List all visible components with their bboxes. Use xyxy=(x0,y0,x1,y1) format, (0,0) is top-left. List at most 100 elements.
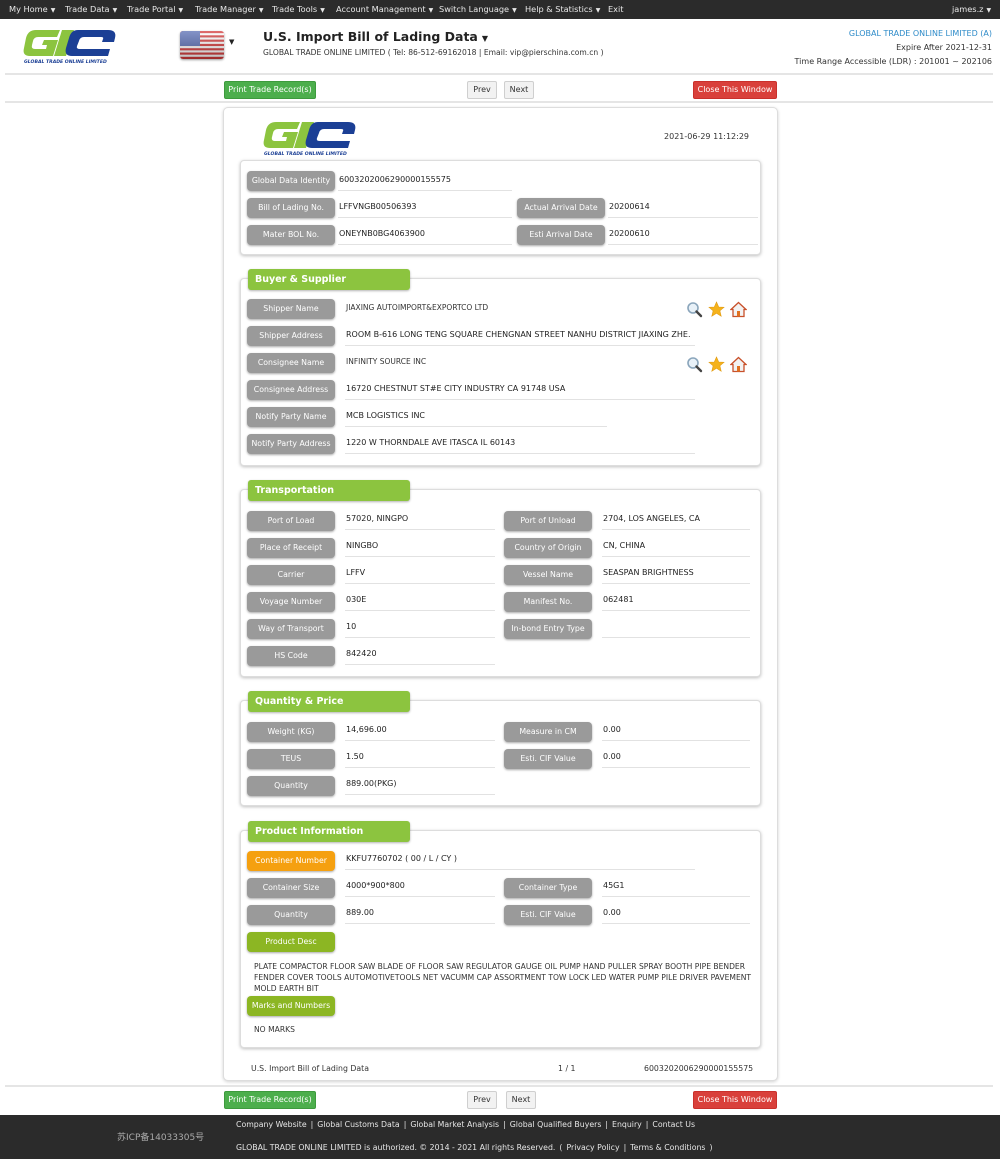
separator: | xyxy=(605,1120,609,1129)
section-title: Buyer & Supplier Information xyxy=(248,269,410,306)
value-container-number: KKFU7760702 ( 00 / L / CY ) xyxy=(345,850,695,870)
caret-down-icon: ▼ xyxy=(320,7,325,14)
paren-close: ) xyxy=(709,1143,713,1152)
value-shipper-name: JIAXING AUTOIMPORT&EXPORTCO LTD xyxy=(346,303,489,312)
search-icon[interactable] xyxy=(686,301,703,318)
label-consignee-name: Consignee Name xyxy=(247,353,335,373)
account-info: GLOBAL TRADE ONLINE LIMITED (A) Expire A… xyxy=(795,27,992,69)
footer-link-enquiry[interactable]: Enquiry xyxy=(612,1120,642,1129)
value-voyage-number: 030E xyxy=(345,591,495,611)
nav-trade-portal[interactable]: Trade Portal ▼ xyxy=(127,0,183,19)
search-icon[interactable] xyxy=(686,356,703,373)
svg-text:GLOBAL TRADE ONLINE LIMITED: GLOBAL TRADE ONLINE LIMITED xyxy=(24,59,107,64)
record-page-indicator: 1 / 1 xyxy=(558,1064,576,1073)
footer-link-global-qualified-buyers[interactable]: Global Qualified Buyers xyxy=(510,1120,602,1129)
label-shipper-name: Shipper Name xyxy=(247,299,335,319)
buyer-supplier-section: Buyer & Supplier Information Shipper Nam… xyxy=(240,269,761,466)
page-title[interactable]: U.S. Import Bill of Lading Data ▼ xyxy=(263,29,488,44)
next-button-bottom[interactable]: Next xyxy=(506,1091,536,1109)
label-manifest-no: Manifest No. xyxy=(504,592,592,612)
gto-logo[interactable]: GLOBAL TRADE ONLINE LIMITED xyxy=(22,28,118,64)
value-consignee-name: INFINITY SOURCE INC xyxy=(346,357,427,366)
label-esti-cif-value: Esti. CIF Value xyxy=(504,749,592,769)
value-quantity: 889.00(PKG) xyxy=(345,775,495,795)
username: james.z xyxy=(952,4,984,14)
label-port-of-unload: Port of Unload xyxy=(504,511,592,531)
record-id: 6003202006290000155575 xyxy=(644,1064,754,1073)
print-timestamp: 2021-06-29 11:12:29 xyxy=(664,132,749,141)
footer-link-privacy-policy[interactable]: Privacy Policy xyxy=(566,1143,619,1152)
record-card: GLOBAL TRADE ONLINE LIMITED 2021-06-29 1… xyxy=(223,107,778,1081)
nav-trade-data[interactable]: Trade Data ▼ xyxy=(65,0,117,19)
nav-help-statistics[interactable]: Help & Statistics ▼ xyxy=(525,0,600,19)
value-marks-and-numbers: NO MARKS xyxy=(254,1025,295,1034)
label-vessel-name: Vessel Name xyxy=(504,565,592,585)
value-measure-in-cm: 0.00 xyxy=(602,721,750,741)
footer-link-terms-conditions[interactable]: Terms & Conditions xyxy=(630,1143,705,1152)
caret-down-icon: ▼ xyxy=(986,7,992,14)
star-icon[interactable] xyxy=(708,300,725,318)
print-trade-records-button[interactable]: Print Trade Record(s) xyxy=(224,81,316,99)
footer-link-company-website[interactable]: Company Website xyxy=(236,1120,307,1129)
nav-label: Exit xyxy=(608,4,624,14)
nav-account-management[interactable]: Account Management ▼ xyxy=(336,0,433,19)
prev-button[interactable]: Prev xyxy=(467,81,497,99)
account-expire: Expire After 2021-12-31 xyxy=(896,43,992,52)
label-country-of-origin: Country of Origin xyxy=(504,538,592,558)
page-title-text: U.S. Import Bill of Lading Data xyxy=(263,29,478,44)
label-place-of-receipt: Place of Receipt xyxy=(247,538,335,558)
paren-open: ( xyxy=(559,1143,563,1152)
label-product-quantity: Quantity xyxy=(247,905,335,925)
shipper-actions xyxy=(686,300,748,318)
section-title: Product Information xyxy=(248,821,410,842)
label-actual-arrival-date: Actual Arrival Date xyxy=(517,198,605,218)
footer-link-global-customs-data[interactable]: Global Customs Data xyxy=(317,1120,399,1129)
label-port-of-load: Port of Load xyxy=(247,511,335,531)
identity-section: Global Data Identity 6003202006290000155… xyxy=(240,160,761,255)
home-icon[interactable] xyxy=(729,356,748,373)
nav-label: Trade Portal xyxy=(127,4,176,14)
user-menu[interactable]: james.z ▼ xyxy=(952,0,991,19)
value-product-quantity: 889.00 xyxy=(345,904,495,924)
value-esti-cif-value: 0.00 xyxy=(602,748,750,768)
value-mater-bol: ONEYNB0BG4063900 xyxy=(338,225,512,245)
star-icon[interactable] xyxy=(708,355,725,373)
label-mater-bol: Mater BOL No. xyxy=(247,225,335,245)
record-source: U.S. Import Bill of Lading Data xyxy=(251,1064,369,1073)
print-trade-records-button-bottom[interactable]: Print Trade Record(s) xyxy=(224,1091,316,1109)
value-hs-code: 842420 xyxy=(345,645,495,665)
nav-exit[interactable]: Exit xyxy=(608,0,624,19)
caret-down-icon[interactable]: ▼ xyxy=(229,38,234,46)
label-voyage-number: Voyage Number xyxy=(247,592,335,612)
divider xyxy=(5,1085,993,1087)
transportation-section: Transportation Information Port of Load … xyxy=(240,480,761,677)
value-vessel-name: SEASPAN BRIGHTNESS xyxy=(602,564,750,584)
value-shipper-address: ROOM B-616 LONG TENG SQUARE CHENGNAN STR… xyxy=(345,326,695,346)
nav-trade-tools[interactable]: Trade Tools ▼ xyxy=(272,0,325,19)
caret-down-icon: ▼ xyxy=(50,7,56,14)
footer-link-contact-us[interactable]: Contact Us xyxy=(652,1120,695,1129)
label-bill-of-lading: Bill of Lading No. xyxy=(247,198,335,218)
nav-my-home[interactable]: My Home ▼ xyxy=(9,0,55,19)
label-product-desc: Product Desc xyxy=(247,932,335,952)
label-container-size: Container Size xyxy=(247,878,335,898)
nav-switch-language[interactable]: Switch Language ▼ xyxy=(439,0,517,19)
caret-down-icon: ▼ xyxy=(481,34,489,43)
nav-trade-manager[interactable]: Trade Manager ▼ xyxy=(195,0,264,19)
label-way-of-transport: Way of Transport xyxy=(247,619,335,639)
separator: | xyxy=(623,1143,627,1152)
us-flag-icon[interactable] xyxy=(180,31,224,59)
label-hs-code: HS Code xyxy=(247,646,335,666)
label-container-type: Container Type xyxy=(504,878,592,898)
close-window-button[interactable]: Close This Window xyxy=(693,81,777,99)
next-button[interactable]: Next xyxy=(504,81,534,99)
home-icon[interactable] xyxy=(729,301,748,318)
label-consignee-address: Consignee Address xyxy=(247,380,335,400)
value-esti-arrival-date: 20200610 xyxy=(608,225,758,245)
value-actual-arrival-date: 20200614 xyxy=(608,198,758,218)
value-consignee-address: 16720 CHESTNUT ST#E CITY INDUSTRY CA 917… xyxy=(345,380,695,400)
footer-link-global-market-analysis[interactable]: Global Market Analysis xyxy=(410,1120,499,1129)
section-title: Transportation Information xyxy=(248,480,410,517)
close-window-button-bottom[interactable]: Close This Window xyxy=(693,1091,777,1109)
prev-button-bottom[interactable]: Prev xyxy=(467,1091,497,1109)
